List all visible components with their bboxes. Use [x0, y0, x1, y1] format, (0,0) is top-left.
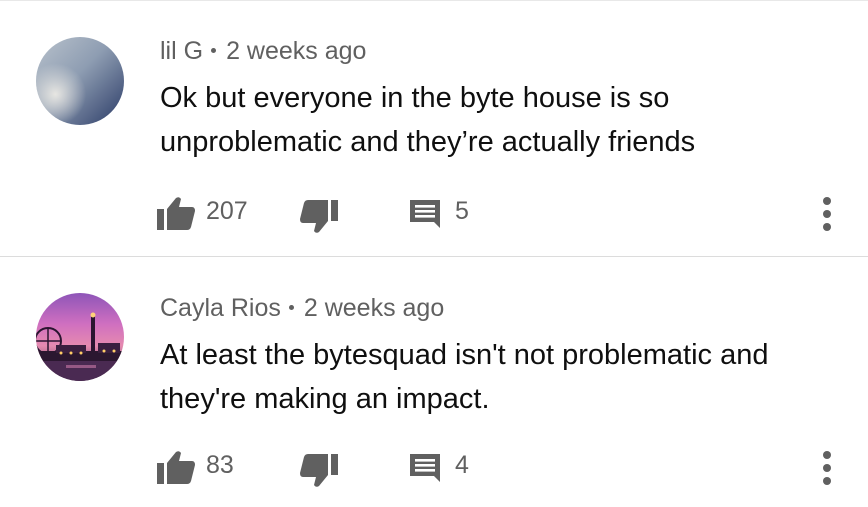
like-count: 207 — [206, 197, 248, 225]
comment-actions: 83 4 — [0, 448, 868, 488]
author-name[interactable]: lil G — [160, 37, 203, 65]
separator-dot — [288, 304, 294, 310]
reply-button[interactable] — [410, 200, 440, 228]
comment-meta: lil G 2 weeks ago — [160, 37, 366, 66]
thumbs-down-icon — [300, 454, 338, 487]
thumbs-up-icon — [157, 197, 195, 230]
sky-avatar-icon — [36, 37, 124, 125]
comment-text: At least the bytesquad isn't not problem… — [160, 339, 769, 415]
like-button[interactable] — [157, 196, 195, 230]
comment-actions: 207 5 — [0, 194, 868, 234]
comment-item: Cayla Rios 2 weeks ago At least the bytes… — [0, 257, 868, 507]
comment-item: lil G 2 weeks ago Ok but everyone in the … — [0, 0, 868, 256]
reply-comment-icon — [410, 454, 440, 482]
more-vertical-icon — [823, 451, 831, 485]
more-options-button[interactable] — [820, 196, 834, 232]
comment-meta: Cayla Rios 2 weeks ago — [160, 294, 444, 323]
dislike-button[interactable] — [300, 200, 338, 234]
comment-text: Ok but everyone in the byte house is so … — [160, 82, 696, 158]
like-count: 83 — [206, 451, 234, 479]
separator-dot — [211, 47, 217, 53]
avatar[interactable] — [36, 37, 124, 125]
pier-sunset-avatar-icon — [36, 293, 124, 381]
comment-time[interactable]: 2 weeks ago — [304, 294, 444, 322]
thumbs-up-icon — [157, 451, 195, 484]
more-options-button[interactable] — [820, 450, 834, 486]
like-button[interactable] — [157, 450, 195, 484]
author-name[interactable]: Cayla Rios — [160, 294, 281, 322]
comment-time[interactable]: 2 weeks ago — [226, 37, 366, 65]
dislike-button[interactable] — [300, 454, 338, 488]
reply-count: 5 — [455, 197, 469, 225]
reply-count: 4 — [455, 451, 469, 479]
reply-comment-icon — [410, 200, 440, 228]
reply-button[interactable] — [410, 454, 440, 482]
more-vertical-icon — [823, 197, 831, 231]
avatar[interactable] — [36, 293, 124, 381]
thumbs-down-icon — [300, 200, 338, 233]
